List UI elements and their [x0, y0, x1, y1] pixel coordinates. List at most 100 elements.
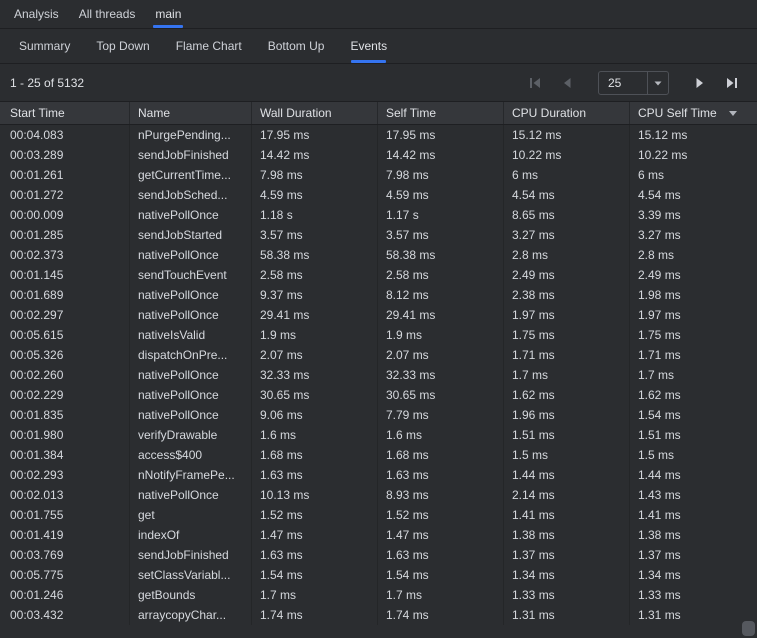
cell-start-time: 00:02.293: [0, 465, 130, 485]
cell-cpu-self-time: 1.97 ms: [630, 305, 757, 325]
cell-wall-duration: 58.38 ms: [252, 245, 378, 265]
table-row[interactable]: 00:01.246getBounds1.7 ms1.7 ms1.33 ms1.3…: [0, 585, 757, 605]
cell-self-time: 1.54 ms: [378, 565, 504, 585]
table-row[interactable]: 00:02.297nativePollOnce29.41 ms29.41 ms1…: [0, 305, 757, 325]
cell-cpu-duration: 2.49 ms: [504, 265, 630, 285]
cell-wall-duration: 14.42 ms: [252, 145, 378, 165]
cell-cpu-self-time: 1.71 ms: [630, 345, 757, 365]
column-header-name[interactable]: Name: [130, 102, 252, 124]
table-row[interactable]: 00:02.013nativePollOnce10.13 ms8.93 ms2.…: [0, 485, 757, 505]
previous-page-icon: [560, 76, 574, 90]
cell-start-time: 00:02.229: [0, 385, 130, 405]
cell-name: nativePollOnce: [130, 365, 252, 385]
table-row[interactable]: 00:03.769sendJobFinished1.63 ms1.63 ms1.…: [0, 545, 757, 565]
table-row[interactable]: 00:03.289sendJobFinished14.42 ms14.42 ms…: [0, 145, 757, 165]
next-page-button[interactable]: [689, 72, 711, 94]
first-page-button[interactable]: [524, 72, 546, 94]
table-row[interactable]: 00:03.432arraycopyChar...1.74 ms1.74 ms1…: [0, 605, 757, 625]
table-row[interactable]: 00:01.419indexOf1.47 ms1.47 ms1.38 ms1.3…: [0, 525, 757, 545]
table-row[interactable]: 00:05.775setClassVariabl...1.54 ms1.54 m…: [0, 565, 757, 585]
cell-name: nativePollOnce: [130, 485, 252, 505]
cell-cpu-self-time: 1.5 ms: [630, 445, 757, 465]
tab-all-threads[interactable]: All threads: [72, 0, 143, 28]
table-header-row: Start Time Name Wall Duration Self Time …: [0, 102, 757, 125]
cell-name: nativePollOnce: [130, 385, 252, 405]
table-row[interactable]: 00:05.615nativeIsValid1.9 ms1.9 ms1.75 m…: [0, 325, 757, 345]
table-row[interactable]: 00:02.293nNotifyFramePe...1.63 ms1.63 ms…: [0, 465, 757, 485]
cell-cpu-self-time: 2.8 ms: [630, 245, 757, 265]
table-row[interactable]: 00:02.229nativePollOnce30.65 ms30.65 ms1…: [0, 385, 757, 405]
cell-wall-duration: 10.13 ms: [252, 485, 378, 505]
cell-start-time: 00:00.009: [0, 205, 130, 225]
cell-cpu-duration: 2.38 ms: [504, 285, 630, 305]
tab-flame-chart[interactable]: Flame Chart: [172, 29, 246, 63]
cell-cpu-self-time: 1.33 ms: [630, 585, 757, 605]
column-header-wall-duration[interactable]: Wall Duration: [252, 102, 378, 124]
cell-wall-duration: 2.07 ms: [252, 345, 378, 365]
events-table: Start Time Name Wall Duration Self Time …: [0, 102, 757, 625]
column-header-start-time[interactable]: Start Time: [0, 102, 130, 124]
cell-start-time: 00:03.432: [0, 605, 130, 625]
table-row[interactable]: 00:01.835nativePollOnce9.06 ms7.79 ms1.9…: [0, 405, 757, 425]
cell-name: sendJobSched...: [130, 185, 252, 205]
table-row[interactable]: 00:00.009nativePollOnce1.18 s1.17 s8.65 …: [0, 205, 757, 225]
cell-self-time: 7.79 ms: [378, 405, 504, 425]
cell-cpu-duration: 1.44 ms: [504, 465, 630, 485]
tab-bottom-up[interactable]: Bottom Up: [264, 29, 329, 63]
tab-main[interactable]: main: [148, 0, 188, 28]
pagination-range-label: 1 - 25 of 5132: [10, 76, 84, 90]
table-row[interactable]: 00:01.980verifyDrawable1.6 ms1.6 ms1.51 …: [0, 425, 757, 445]
cell-self-time: 1.7 ms: [378, 585, 504, 605]
table-row[interactable]: 00:01.272sendJobSched...4.59 ms4.59 ms4.…: [0, 185, 757, 205]
cell-self-time: 2.58 ms: [378, 265, 504, 285]
table-row[interactable]: 00:01.285sendJobStarted3.57 ms3.57 ms3.2…: [0, 225, 757, 245]
column-header-cpu-self-time[interactable]: CPU Self Time: [630, 102, 757, 124]
view-tab-bar: Summary Top Down Flame Chart Bottom Up E…: [0, 29, 757, 64]
tab-summary[interactable]: Summary: [15, 29, 74, 63]
cell-cpu-self-time: 15.12 ms: [630, 125, 757, 145]
cell-name: verifyDrawable: [130, 425, 252, 445]
cell-name: access$400: [130, 445, 252, 465]
table-row[interactable]: 00:05.326dispatchOnPre...2.07 ms2.07 ms1…: [0, 345, 757, 365]
sort-desc-icon: [729, 111, 737, 116]
tab-top-down[interactable]: Top Down: [92, 29, 153, 63]
column-header-self-time[interactable]: Self Time: [378, 102, 504, 124]
cell-cpu-duration: 1.37 ms: [504, 545, 630, 565]
cell-start-time: 00:01.689: [0, 285, 130, 305]
cell-name: sendJobStarted: [130, 225, 252, 245]
cell-cpu-duration: 1.31 ms: [504, 605, 630, 625]
cell-start-time: 00:01.419: [0, 525, 130, 545]
cell-self-time: 7.98 ms: [378, 165, 504, 185]
cell-self-time: 29.41 ms: [378, 305, 504, 325]
column-header-cpu-duration[interactable]: CPU Duration: [504, 102, 630, 124]
table-row[interactable]: 00:01.384access$4001.68 ms1.68 ms1.5 ms1…: [0, 445, 757, 465]
cell-wall-duration: 1.52 ms: [252, 505, 378, 525]
tab-analysis[interactable]: Analysis: [7, 0, 66, 28]
cell-cpu-duration: 6 ms: [504, 165, 630, 185]
table-row[interactable]: 00:02.373nativePollOnce58.38 ms58.38 ms2…: [0, 245, 757, 265]
cell-name: sendJobFinished: [130, 145, 252, 165]
cell-start-time: 00:01.272: [0, 185, 130, 205]
cell-name: nativeIsValid: [130, 325, 252, 345]
table-row[interactable]: 00:01.689nativePollOnce9.37 ms8.12 ms2.3…: [0, 285, 757, 305]
cell-name: nPurgePending...: [130, 125, 252, 145]
table-row[interactable]: 00:02.260nativePollOnce32.33 ms32.33 ms1…: [0, 365, 757, 385]
cell-wall-duration: 1.7 ms: [252, 585, 378, 605]
cell-start-time: 00:01.261: [0, 165, 130, 185]
table-row[interactable]: 00:01.145sendTouchEvent2.58 ms2.58 ms2.4…: [0, 265, 757, 285]
cell-wall-duration: 29.41 ms: [252, 305, 378, 325]
table-row[interactable]: 00:01.261getCurrentTime...7.98 ms7.98 ms…: [0, 165, 757, 185]
next-page-icon: [693, 76, 707, 90]
scrollbar-thumb[interactable]: [742, 621, 755, 636]
cell-self-time: 8.93 ms: [378, 485, 504, 505]
page-size-select[interactable]: 25: [598, 71, 669, 95]
table-row[interactable]: 00:01.755get1.52 ms1.52 ms1.41 ms1.41 ms: [0, 505, 757, 525]
table-body: 00:04.083nPurgePending...17.95 ms17.95 m…: [0, 125, 757, 625]
prev-page-button[interactable]: [556, 72, 578, 94]
cell-cpu-duration: 3.27 ms: [504, 225, 630, 245]
cell-wall-duration: 1.63 ms: [252, 465, 378, 485]
last-page-button[interactable]: [721, 72, 743, 94]
cell-self-time: 1.68 ms: [378, 445, 504, 465]
tab-events[interactable]: Events: [346, 29, 391, 63]
table-row[interactable]: 00:04.083nPurgePending...17.95 ms17.95 m…: [0, 125, 757, 145]
